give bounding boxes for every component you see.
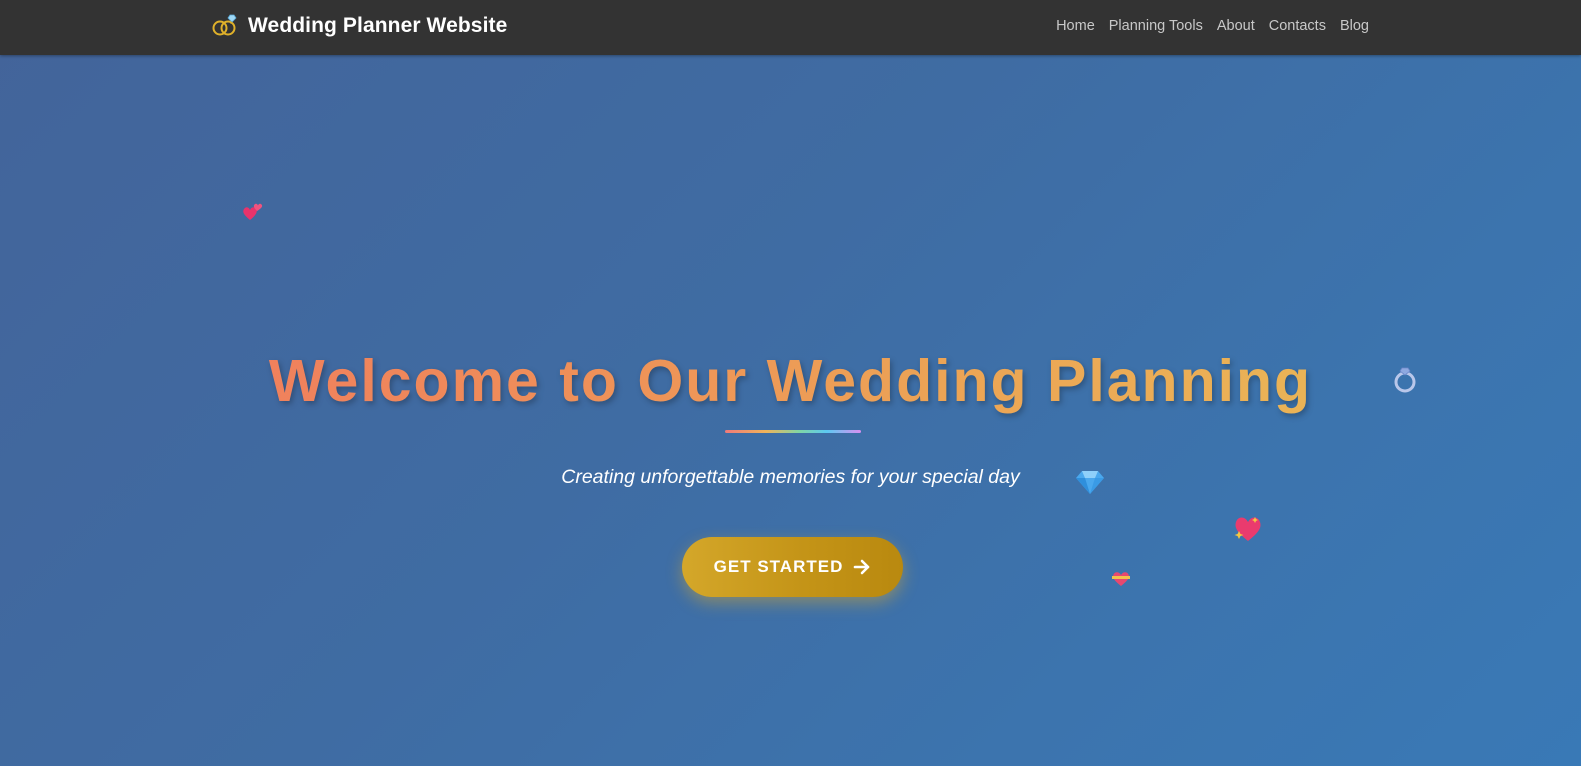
heart-with-ribbon-icon <box>1111 570 1131 592</box>
sparkling-heart-icon <box>1232 513 1264 548</box>
brand-title: Wedding Planner Website <box>248 14 508 37</box>
hero-subtitle: Creating unforgettable memories for your… <box>561 466 1020 488</box>
arrow-right-icon <box>853 559 871 575</box>
page: Wedding Planner Website Home Planning To… <box>0 0 1581 766</box>
two-hearts-icon <box>241 202 263 227</box>
nav-link-blog[interactable]: Blog <box>1340 18 1369 34</box>
brand[interactable]: Wedding Planner Website <box>212 0 507 52</box>
get-started-label: GET STARTED <box>713 557 844 576</box>
navbar: Wedding Planner Website Home Planning To… <box>0 0 1581 55</box>
hero-title: Welcome to Our Wedding Planning <box>0 348 1581 414</box>
get-started-button[interactable]: GET STARTED <box>682 537 903 597</box>
nav-link-planning-tools[interactable]: Planning Tools <box>1109 18 1203 34</box>
wedding-rings-icon <box>212 13 239 39</box>
nav-link-contacts[interactable]: Contacts <box>1269 18 1326 34</box>
nav-link-home[interactable]: Home <box>1056 18 1095 34</box>
title-underline <box>725 430 861 433</box>
main-nav: Home Planning Tools About Contacts Blog <box>1056 0 1369 52</box>
nav-link-about[interactable]: About <box>1217 18 1255 34</box>
